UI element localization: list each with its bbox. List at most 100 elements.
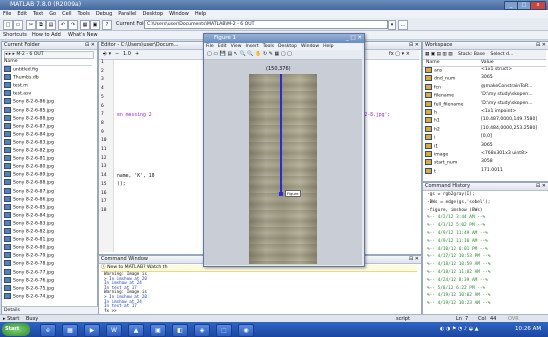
workspace-variable-row[interactable]: image <768x301x3 uint8> xyxy=(425,151,545,158)
menu-debug[interactable]: Debug xyxy=(93,10,115,18)
name-column-header[interactable]: Name xyxy=(4,59,92,66)
file-list-item[interactable]: Sony 8-2-6-80.jpg xyxy=(4,244,54,251)
workspace-variable-row[interactable]: h <1x1 impoint> xyxy=(425,109,545,116)
shortcuts-label[interactable]: Shortcuts xyxy=(3,32,27,38)
workspace-variable-row[interactable]: t 171.0011 xyxy=(425,167,545,174)
file-list-item[interactable]: Sony 8-2-6-87.jpg xyxy=(4,187,54,194)
word-taskbar-icon[interactable]: W xyxy=(106,324,122,337)
undo-icon[interactable]: ↶ xyxy=(58,20,68,30)
history-entry[interactable]: %-- 5/8/12 6:22 PM --% xyxy=(427,286,485,292)
pane-controls-icon[interactable]: ⊟ ✕ xyxy=(536,42,546,49)
details-panel[interactable]: Details xyxy=(2,306,98,314)
history-entry[interactable]: %-- 4/9/12 11:10 AM --% xyxy=(427,239,488,245)
workspace-variable-row[interactable]: i [0,0] xyxy=(425,134,545,141)
app-taskbar-icon-3[interactable]: ◈ xyxy=(194,324,210,337)
zoom-minus-icon[interactable]: − xyxy=(115,51,119,57)
history-entry[interactable]: %-- 4/9/12 11:49 AM --% xyxy=(427,231,488,237)
pane-controls-icon[interactable]: ⊟ ✕ xyxy=(409,256,419,263)
menu-go[interactable]: Go xyxy=(46,10,59,18)
file-list-item[interactable]: Sony 8-2-6-76.jpg xyxy=(4,276,54,283)
how-to-add-link[interactable]: How to Add xyxy=(32,32,61,38)
impoint-line[interactable] xyxy=(280,74,282,194)
impoint-marker[interactable] xyxy=(279,192,283,196)
file-list-item[interactable]: test.asv xyxy=(4,90,31,97)
guide-icon[interactable]: ▣ xyxy=(90,20,100,30)
close-button[interactable]: x xyxy=(530,1,546,10)
file-list-item[interactable]: Sony 8-2-6-83.jpg xyxy=(4,138,54,145)
menu-edit[interactable]: Edit xyxy=(14,10,30,18)
maximize-button[interactable]: □ xyxy=(517,1,531,10)
cell-toolbar-icon[interactable]: ⎆ ▾ xyxy=(103,51,111,57)
file-list-item[interactable]: Thumbs.db xyxy=(4,74,39,81)
app-taskbar-icon-5[interactable]: ◉ xyxy=(238,324,254,337)
figure-menu-tools[interactable]: Tools xyxy=(261,44,276,49)
menu-file[interactable]: File xyxy=(0,10,14,18)
history-entry[interactable]: %-- 4/3/12 5:02 PM --% xyxy=(427,223,485,229)
app-taskbar-icon-1[interactable]: ▣ xyxy=(150,324,166,337)
file-list-item[interactable]: Sony 8-2-6-85.jpg xyxy=(4,203,54,210)
workspace-variable-row[interactable]: fcn @makeConstrainToR... xyxy=(425,83,545,90)
history-entry[interactable]: %-- 4/18/12 11:02 AM --% xyxy=(427,270,490,276)
explorer-taskbar-icon[interactable]: ▦ xyxy=(62,324,78,337)
figure-menu-window[interactable]: Window xyxy=(299,44,321,49)
history-entry[interactable]: %-- 4/17/12 10:53 PM --% xyxy=(427,254,490,260)
pane-controls-icon[interactable]: ⊟ ✕ xyxy=(409,42,419,49)
command-output[interactable]: Warning: Image is > In imshow at 20 In im… xyxy=(102,271,414,312)
figure-tool-icons[interactable]: ▢ ▭ 💾 ▤ ↖ 🔍 🔍 ✋ ↻ ✎ ▦ ▢ ▢ xyxy=(207,51,292,57)
figure-menu-help[interactable]: Help xyxy=(321,44,335,49)
history-entry[interactable]: -BWs = edge(gs,'sobel'); xyxy=(427,200,490,206)
fx-icon[interactable]: fx ▢ ▾ × xyxy=(389,51,410,57)
file-list-item[interactable]: Sony 8-2-6-81.jpg xyxy=(4,155,54,162)
menu-desktop[interactable]: Desktop xyxy=(139,10,166,18)
workspace-name-header[interactable]: Name xyxy=(426,60,440,65)
file-list-item[interactable]: Sony 8-2-6-86.jpg xyxy=(4,195,54,202)
browse-folder-icon[interactable]: … xyxy=(398,20,408,30)
file-list-item[interactable]: Sony 8-2-6-78.jpg xyxy=(4,260,54,267)
open-file-icon[interactable]: ▭ xyxy=(13,20,23,30)
menu-parallel[interactable]: Parallel xyxy=(115,10,139,18)
pane-controls-icon[interactable]: ⊟ ✕ xyxy=(85,42,95,49)
menu-help[interactable]: Help xyxy=(192,10,209,18)
file-list-item[interactable]: Sony 8-2-6-77.jpg xyxy=(4,268,54,275)
figure-menu-file[interactable]: File xyxy=(204,44,216,49)
file-list-item[interactable]: Sony 8-2-6-88.jpg xyxy=(4,114,54,121)
workspace-value-header[interactable]: Value xyxy=(481,60,494,65)
simulink-icon[interactable]: ▦ xyxy=(80,20,90,30)
pane-controls-icon[interactable]: ⊟ ✕ xyxy=(536,183,546,190)
workspace-icons[interactable]: ▦ ▣ ▤ ▥ ▧ xyxy=(425,52,453,57)
copy-icon[interactable]: ⧉ xyxy=(36,20,46,30)
history-entry[interactable]: %-- 4/2/12 3:44 AM --% xyxy=(427,215,485,221)
paste-icon[interactable]: ▤ xyxy=(46,20,56,30)
app-taskbar-icon-2[interactable]: ◧ xyxy=(172,324,188,337)
menu-tools[interactable]: Tools xyxy=(74,10,92,18)
history-entry[interactable]: %-- 4/19/12 10:02 AM --% xyxy=(427,293,490,299)
file-list-item[interactable]: Sony 8-2-6-84.jpg xyxy=(4,211,54,218)
file-list-item[interactable]: Sony 8-2-6-84.jpg xyxy=(4,130,54,137)
workspace-variable-row[interactable]: i1 3065 xyxy=(425,142,545,149)
history-entry[interactable]: -figure, imshow (BWs) xyxy=(427,208,483,214)
stack-select[interactable]: Stack: Base xyxy=(458,52,485,57)
file-list-item[interactable]: Sony 8-2-6-75.jpg xyxy=(4,284,54,291)
workspace-variable-row[interactable]: h2 [10.484,0000,253.2580] xyxy=(425,125,545,132)
workspace-variable-row[interactable]: filename 'D:\my study\skopen... xyxy=(425,92,545,99)
select-data-button[interactable]: Select d... xyxy=(490,52,513,57)
file-list-item[interactable]: Sony 8-2-6-81.jpg xyxy=(4,236,54,243)
redo-icon[interactable]: ↷ xyxy=(68,20,78,30)
workspace-variable-row[interactable]: h1 [10.487,0000,149.7580] xyxy=(425,117,545,124)
app-taskbar-icon-4[interactable]: ⬚ xyxy=(216,324,232,337)
history-entry[interactable]: %-- 4/24/12 8:39 AM --% xyxy=(427,278,488,284)
menu-window[interactable]: Window xyxy=(166,10,192,18)
media-taskbar-icon[interactable]: ▶ xyxy=(84,324,100,337)
file-list-item[interactable]: untitled.fig xyxy=(4,66,38,73)
workspace-variable-row[interactable]: dnd_num 3065 xyxy=(425,75,545,82)
file-list-item[interactable]: test.m xyxy=(4,82,28,89)
history-entry[interactable]: %-- 4/19/12 10:23 AM --% xyxy=(427,301,490,307)
code-line-15[interactable]: )); xyxy=(117,182,126,187)
history-entry[interactable]: -gs = rgb2gray(I); xyxy=(427,192,475,198)
file-list-item[interactable]: Sony 8-2-6-89.jpg xyxy=(4,171,54,178)
clock[interactable]: 10:26 AM xyxy=(515,326,541,332)
figure-menu-insert[interactable]: Insert xyxy=(244,44,261,49)
file-list-item[interactable]: Sony 8-2-6-82.jpg xyxy=(4,228,54,235)
file-list-item[interactable]: Sony 8-2-6-87.jpg xyxy=(4,122,54,129)
figure-window-controls-icon[interactable]: _ □ ✕ xyxy=(346,34,362,43)
